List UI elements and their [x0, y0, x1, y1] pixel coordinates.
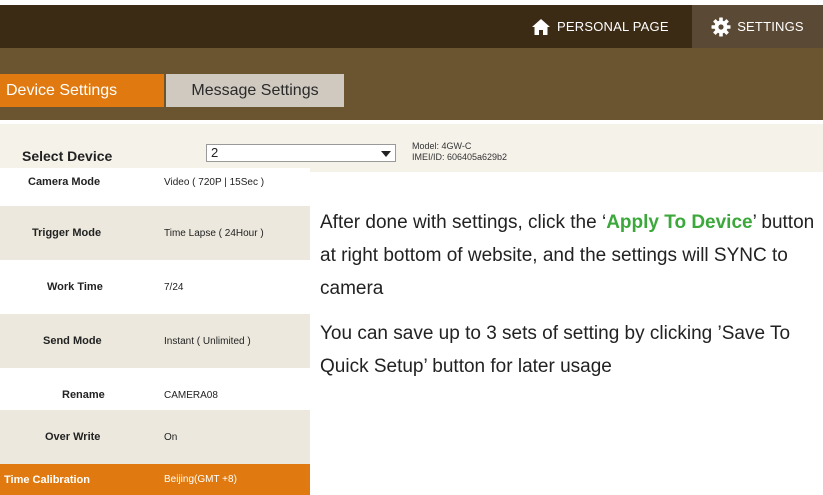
tab-message-settings[interactable]: Message Settings — [166, 74, 344, 107]
device-select-panel: Select Device 2 Model: 4GW-C IMEI/ID: 60… — [0, 124, 823, 172]
select-device-label: Select Device — [22, 148, 113, 164]
device-select-value: 2 — [211, 145, 219, 160]
settings-row-send-mode[interactable]: Send Mode Instant ( Unlimited ) — [0, 314, 310, 368]
setting-label: Camera Mode — [28, 176, 101, 188]
instructions-text: After done with settings, click the ‘App… — [320, 206, 815, 383]
settings-link[interactable]: SETTINGS — [692, 5, 823, 48]
dropdown-arrow-icon — [381, 151, 391, 157]
setting-label: Trigger Mode — [32, 227, 102, 239]
instructions-paragraph-2: You can save up to 3 sets of setting by … — [320, 323, 791, 377]
setting-value: Beijing(GMT +8) — [164, 474, 237, 485]
setting-value: On — [164, 431, 178, 443]
device-imei: IMEI/ID: 606405a629b2 — [412, 152, 508, 162]
setting-value: Video ( 720P | 15Sec ) — [164, 176, 265, 188]
settings-row-time-calibration[interactable]: Time Calibration Beijing(GMT +8) — [0, 464, 310, 495]
top-navigation-bar: PERSONAL PAGE SETTINGS — [0, 5, 823, 48]
setting-value: Instant ( Unlimited ) — [164, 335, 251, 347]
instructions-paragraph-1: After done with settings, click the ‘App… — [320, 206, 815, 305]
personal-page-link[interactable]: PERSONAL PAGE — [531, 5, 692, 48]
home-icon — [532, 18, 550, 35]
settings-row-trigger-mode[interactable]: Trigger Mode Time Lapse ( 24Hour ) — [0, 206, 310, 260]
settings-row-camera-mode[interactable]: Camera Mode Video ( 720P | 15Sec ) — [0, 168, 310, 196]
setting-value: Time Lapse ( 24Hour ) — [164, 227, 264, 239]
setting-label: Over Write — [45, 431, 101, 443]
device-model: Model: 4GW-C — [412, 141, 472, 151]
settings-label: SETTINGS — [737, 19, 804, 34]
instructions-text-part: After done with settings, click the ‘ — [320, 212, 607, 233]
setting-label: Send Mode — [43, 335, 102, 347]
setting-label: Work Time — [47, 281, 103, 293]
settings-row-over-write[interactable]: Over Write On — [0, 410, 310, 464]
apply-to-device-highlight: Apply To Device — [606, 212, 753, 233]
setting-label: Time Calibration — [4, 473, 90, 486]
personal-page-label: PERSONAL PAGE — [557, 19, 669, 34]
gear-icon — [711, 17, 731, 36]
settings-tab-bar: Device Settings Message Settings — [0, 48, 823, 120]
device-select-dropdown[interactable]: 2 — [206, 144, 396, 162]
setting-value: 7/24 — [164, 281, 184, 293]
settings-row-work-time[interactable]: Work Time 7/24 — [0, 260, 310, 314]
device-info: Model: 4GW-C IMEI/ID: 606405a629b2 — [412, 141, 507, 163]
tab-device-settings[interactable]: Device Settings — [0, 74, 164, 107]
